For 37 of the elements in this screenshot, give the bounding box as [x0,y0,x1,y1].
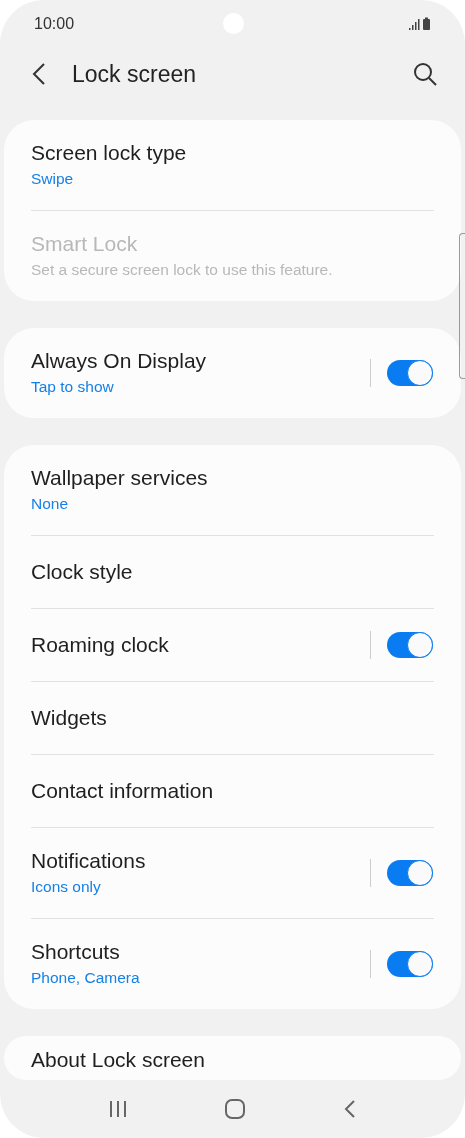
item-title: Clock style [31,559,134,584]
settings-item[interactable]: Screen lock type Swipe [31,119,434,210]
item-title: Screen lock type [31,141,188,166]
item-title: Notifications [31,849,147,874]
settings-item[interactable]: Shortcuts Phone, Camera [31,918,434,1009]
item-title: Shortcuts [31,940,121,965]
page-title: Lock screen [72,60,196,88]
settings-item[interactable]: Wallpaper services None [31,444,434,535]
back-icon[interactable] [342,1098,357,1119]
settings-item[interactable]: Always On Display Tap to show [31,327,434,418]
item-title: Smart Lock [31,232,139,257]
toggle-switch[interactable] [387,950,433,977]
settings-item[interactable]: Roaming clock [31,608,434,681]
item-subtitle: None [31,495,70,514]
item-title: Contact information [31,778,215,803]
toggle-switch[interactable] [387,859,433,886]
item-subtitle: Phone, Camera [31,969,141,988]
status-time: 10:00 [34,14,75,33]
item-title: About Lock screen [31,1047,206,1072]
item-title: Always On Display [31,349,208,374]
home-icon[interactable] [224,1097,247,1120]
settings-item[interactable]: Clock style [31,535,434,608]
signal-battery-icon [409,16,431,31]
recent-apps-icon[interactable] [108,1098,129,1119]
item-subtitle: Icons only [31,878,102,897]
settings-item[interactable]: Widgets [31,681,434,754]
settings-item[interactable]: About Lock screen [31,1035,434,1080]
settings-item[interactable]: Contact information [31,754,434,827]
item-title: Roaming clock [31,632,170,657]
item-subtitle: Tap to show [31,378,115,397]
settings-item[interactable]: Notifications Icons only [31,827,434,918]
toggle-switch[interactable] [387,359,433,386]
item-title: Widgets [31,705,108,730]
item-subtitle: Set a secure screen lock to use this feature. [31,261,334,280]
item-subtitle: Swipe [31,170,75,189]
toggle-switch[interactable] [387,631,433,658]
item-title: Wallpaper services [31,466,209,491]
